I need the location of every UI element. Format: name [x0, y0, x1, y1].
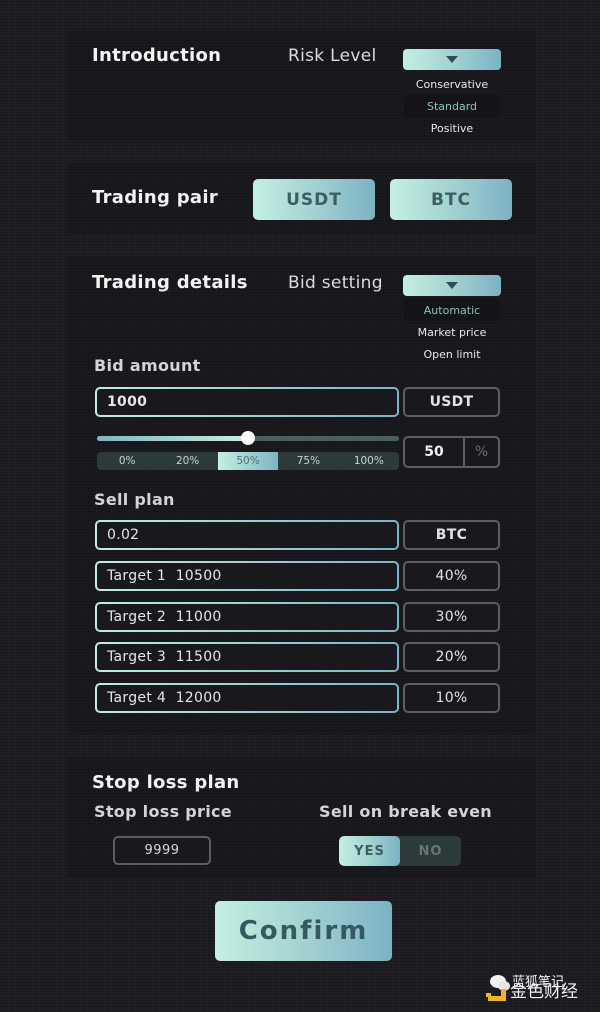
bid-amount-unit[interactable]: USDT: [403, 387, 500, 417]
bid-option-open-limit[interactable]: Open limit: [403, 343, 501, 365]
bid-amount-value: 1000: [97, 389, 397, 415]
target-2-share[interactable]: 30%: [403, 601, 500, 632]
slider-handle[interactable]: [241, 431, 255, 445]
target-label: Target 4 12000: [97, 684, 397, 711]
target-4-share[interactable]: 10%: [403, 682, 500, 713]
target-4-input[interactable]: Target 4 12000: [95, 682, 399, 713]
target-3-input[interactable]: Target 3 11500: [95, 642, 399, 672]
sell-plan-label: Sell plan: [94, 490, 175, 509]
stop-loss-panel: Stop loss plan Stop loss price Sell on b…: [68, 758, 536, 878]
watermark-text: 蓝狐笔记 金色财经: [510, 976, 578, 1001]
confirm-button[interactable]: Confirm: [215, 901, 392, 961]
introduction-panel: Introduction Risk Level Conservative Sta…: [68, 31, 536, 141]
percent-value[interactable]: 50: [405, 438, 465, 466]
sell-amount-input[interactable]: 0.02: [95, 520, 399, 550]
sell-amount-unit[interactable]: BTC: [403, 520, 500, 550]
trading-pair-panel: Trading pair USDT BTC: [68, 164, 536, 234]
preset-0-percent[interactable]: 0%: [97, 452, 157, 470]
break-even-label: Sell on break even: [319, 802, 492, 821]
watermark: 蓝狐笔记 金色财经: [486, 975, 578, 1001]
break-even-toggle[interactable]: YES NO: [339, 836, 461, 866]
trading-pair-title: Trading pair: [92, 187, 219, 208]
risk-level-dropdown[interactable]: [403, 49, 501, 70]
toggle-no[interactable]: NO: [400, 836, 461, 866]
stop-loss-price-label: Stop loss price: [94, 802, 232, 821]
bid-setting-dropdown[interactable]: [403, 275, 501, 296]
risk-level-label: Risk Level: [288, 46, 377, 66]
target-1-share[interactable]: 40%: [403, 561, 500, 591]
toggle-yes[interactable]: YES: [339, 836, 400, 866]
percent-input[interactable]: 50 %: [403, 436, 500, 468]
target-label: Target 3 11500: [97, 644, 397, 670]
trading-details-panel: Trading details Bid setting Automatic Ma…: [68, 257, 536, 735]
risk-level-options: Conservative Standard Positive: [403, 73, 501, 139]
risk-option-positive[interactable]: Positive: [403, 117, 501, 139]
bid-amount-label: Bid amount: [94, 356, 201, 375]
bid-option-automatic[interactable]: Automatic: [403, 299, 501, 321]
risk-option-standard[interactable]: Standard: [403, 95, 501, 117]
risk-option-conservative[interactable]: Conservative: [403, 73, 501, 95]
chevron-down-icon: [446, 282, 458, 289]
bid-amount-input[interactable]: 1000: [95, 387, 399, 417]
stop-loss-price-input[interactable]: 9999: [113, 836, 211, 865]
preset-50-percent[interactable]: 50%: [217, 452, 279, 470]
target-3-share[interactable]: 20%: [403, 642, 500, 672]
bid-setting-options: Automatic Market price Open limit: [403, 299, 501, 365]
watermark-logo-icon: [486, 975, 510, 1001]
slider-fill: [97, 436, 248, 441]
bid-percent-slider[interactable]: [97, 431, 399, 445]
pair-usdt-button[interactable]: USDT: [253, 179, 375, 220]
target-1-input[interactable]: Target 1 10500: [95, 561, 399, 591]
trading-details-title: Trading details: [92, 272, 248, 293]
target-2-input[interactable]: Target 2 11000: [95, 601, 399, 632]
bid-option-market-price[interactable]: Market price: [403, 321, 501, 343]
chevron-down-icon: [446, 56, 458, 63]
preset-20-percent[interactable]: 20%: [157, 452, 217, 470]
target-label: Target 1 10500: [97, 563, 397, 589]
bid-setting-label: Bid setting: [288, 273, 383, 293]
introduction-title: Introduction: [92, 45, 222, 66]
percent-presets: 0% 20% 50% 75% 100%: [97, 452, 399, 470]
preset-75-percent[interactable]: 75%: [278, 452, 338, 470]
preset-100-percent[interactable]: 100%: [339, 452, 399, 470]
watermark-line1: 蓝狐笔记: [512, 975, 565, 990]
stop-loss-title: Stop loss plan: [92, 772, 240, 793]
pair-btc-button[interactable]: BTC: [390, 179, 512, 220]
sell-amount-value: 0.02: [97, 522, 397, 548]
percent-symbol: %: [474, 444, 489, 460]
target-label: Target 2 11000: [97, 603, 397, 630]
